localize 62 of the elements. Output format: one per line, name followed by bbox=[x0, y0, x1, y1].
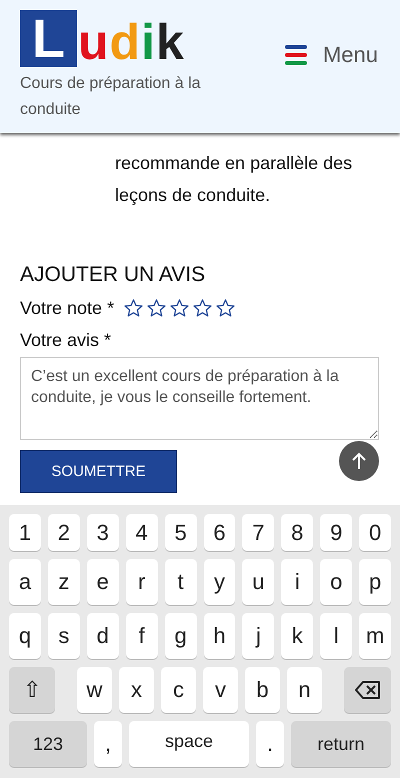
key[interactable]: c bbox=[161, 667, 196, 713]
review-field[interactable]: C’est un excellent cours de préparation à la conduite, je vous le conseille fortement. bbox=[20, 357, 379, 440]
space-key[interactable]: space bbox=[129, 721, 249, 767]
key[interactable]: 3 bbox=[86, 514, 119, 551]
key[interactable]: 4 bbox=[126, 514, 158, 551]
menu-button[interactable]: Menu bbox=[284, 41, 378, 69]
key[interactable]: w bbox=[77, 667, 112, 713]
return-key[interactable]: return bbox=[291, 721, 391, 767]
shift-key[interactable]: ⇧ bbox=[9, 667, 55, 713]
section-heading: AJOUTER UN AVIS bbox=[20, 262, 206, 288]
key[interactable]: i bbox=[281, 559, 314, 605]
key[interactable]: n bbox=[287, 667, 322, 713]
key[interactable]: x bbox=[119, 667, 154, 713]
star-icon[interactable] bbox=[124, 299, 144, 317]
key[interactable]: o bbox=[320, 559, 352, 605]
key[interactable]: e bbox=[86, 559, 119, 605]
key[interactable]: p bbox=[359, 559, 392, 605]
star-icon[interactable] bbox=[216, 299, 236, 317]
key[interactable]: v bbox=[203, 667, 238, 713]
key[interactable]: l bbox=[320, 613, 352, 659]
menu-icon bbox=[284, 45, 307, 65]
key[interactable]: 7 bbox=[242, 514, 274, 551]
article-text: recommande en parallèle des leçons de conduite. bbox=[115, 152, 354, 207]
key[interactable]: 2 bbox=[48, 514, 80, 551]
key[interactable]: q bbox=[9, 613, 41, 659]
site-tagline: Cours de préparation à la conduite bbox=[20, 74, 202, 120]
key[interactable]: 8 bbox=[281, 514, 314, 551]
arrow-up-icon bbox=[352, 452, 366, 470]
key[interactable]: a bbox=[9, 559, 41, 605]
key[interactable]: j bbox=[242, 613, 274, 659]
key[interactable]: 9 bbox=[320, 514, 352, 551]
key[interactable]: d bbox=[86, 613, 119, 659]
key[interactable]: 5 bbox=[164, 514, 197, 551]
logo[interactable]: L udik bbox=[20, 10, 220, 67]
key[interactable]: r bbox=[126, 559, 158, 605]
star-icon[interactable] bbox=[147, 299, 166, 317]
key[interactable]: f bbox=[126, 613, 158, 659]
key[interactable]: h bbox=[204, 613, 236, 659]
key[interactable]: y bbox=[204, 559, 236, 605]
key[interactable]: . bbox=[256, 721, 284, 767]
submit-button[interactable]: SOUMETTRE bbox=[20, 450, 177, 493]
backspace-key[interactable] bbox=[344, 667, 391, 713]
key[interactable]: 1 bbox=[9, 514, 41, 551]
key[interactable]: z bbox=[48, 559, 80, 605]
scroll-top-button[interactable] bbox=[339, 441, 379, 481]
key[interactable]: , bbox=[94, 721, 122, 767]
key[interactable]: k bbox=[281, 613, 314, 659]
key[interactable]: 0 bbox=[359, 514, 392, 551]
key[interactable]: m bbox=[359, 613, 392, 659]
backspace-icon bbox=[354, 681, 380, 699]
key[interactable]: u bbox=[242, 559, 274, 605]
star-rating[interactable] bbox=[124, 299, 236, 317]
review-label: Votre avis * bbox=[20, 329, 112, 352]
star-icon[interactable] bbox=[193, 299, 212, 317]
key[interactable]: t bbox=[164, 559, 197, 605]
numbers-key[interactable]: 123 bbox=[9, 721, 87, 767]
rating-label: Votre note * bbox=[20, 297, 114, 320]
key[interactable]: 6 bbox=[204, 514, 236, 551]
key[interactable]: b bbox=[245, 667, 280, 713]
key[interactable]: g bbox=[164, 613, 197, 659]
star-icon[interactable] bbox=[170, 299, 190, 317]
key[interactable]: s bbox=[48, 613, 80, 659]
